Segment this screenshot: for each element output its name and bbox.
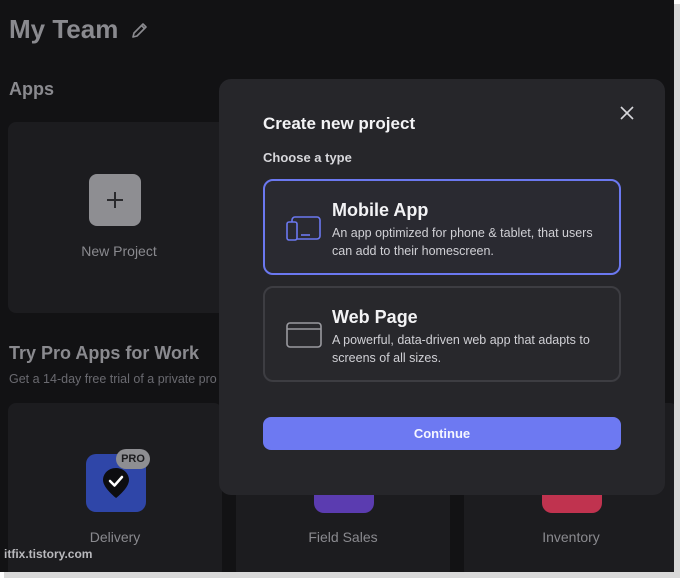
app-label-inventory: Inventory: [542, 529, 600, 545]
create-project-dialog: Create new project Choose a type Mobile …: [219, 79, 665, 495]
window-shadow: [4, 572, 680, 578]
window-shadow: [674, 4, 680, 578]
pro-section-title: Try Pro Apps for Work: [9, 343, 200, 363]
browser-window-icon: [286, 322, 322, 348]
page-title: My Team: [9, 14, 119, 44]
option-description: An app optimized for phone & tablet, tha…: [332, 226, 593, 258]
option-title: Web Page: [332, 307, 418, 327]
field-sales-app-icon: [314, 493, 374, 513]
pencil-icon[interactable]: [130, 20, 150, 40]
option-description: A powerful, data-driven web app that ada…: [332, 333, 590, 365]
mobile-device-icon: [286, 216, 321, 241]
continue-button[interactable]: Continue: [263, 417, 621, 450]
pro-section-subtitle: Get a 14-day free trial of a private pro: [9, 372, 217, 386]
dialog-title: Create new project: [263, 114, 416, 133]
plus-icon: [89, 174, 141, 226]
new-project-card[interactable]: New Project: [8, 122, 230, 313]
inventory-app-icon: [542, 493, 602, 513]
close-icon[interactable]: [617, 103, 637, 123]
apps-section-title: Apps: [9, 79, 54, 99]
app-label-field-sales: Field Sales: [308, 529, 378, 545]
choose-type-label: Choose a type: [263, 150, 352, 165]
new-project-label: New Project: [81, 243, 157, 259]
watermark: itfix.tistory.com: [4, 547, 93, 561]
option-web-page[interactable]: Web Page A powerful, data-driven web app…: [263, 286, 621, 382]
pro-badge: PRO: [116, 449, 150, 469]
option-title: Mobile App: [332, 200, 429, 220]
app-label-delivery: Delivery: [89, 529, 141, 545]
option-mobile-app[interactable]: Mobile App An app optimized for phone & …: [263, 179, 621, 275]
app-window: My Team Apps New Project Try Pro Apps fo…: [0, 0, 674, 572]
